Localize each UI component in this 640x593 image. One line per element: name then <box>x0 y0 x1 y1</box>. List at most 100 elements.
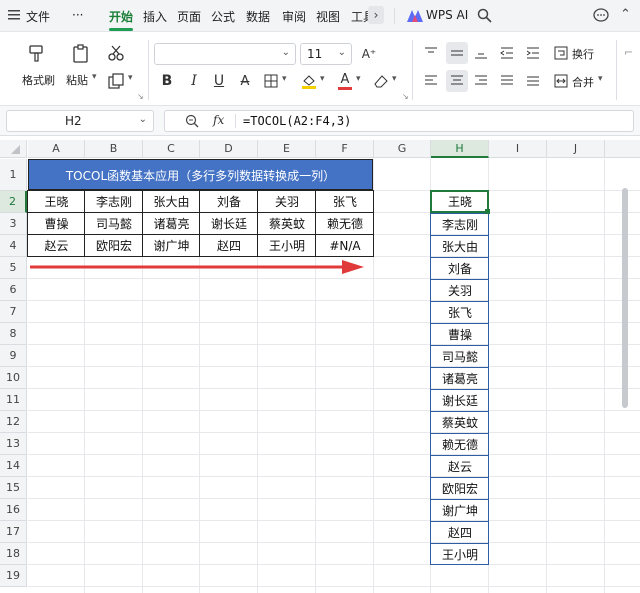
table-cell[interactable]: 司马懿 <box>85 213 143 235</box>
paste-dropdown-icon[interactable]: ▾ <box>92 72 97 82</box>
column-header-f[interactable]: F <box>316 140 374 158</box>
hamburger-icon[interactable] <box>8 9 20 21</box>
column-header-i[interactable]: I <box>489 140 547 158</box>
column-header-h[interactable]: H <box>431 140 489 158</box>
format-painter-label[interactable]: 格式刷 <box>22 72 55 88</box>
table-cell[interactable]: 谢广坤 <box>143 235 200 257</box>
table-cell[interactable]: 曹操 <box>28 213 85 235</box>
underline-button[interactable]: U <box>210 72 228 90</box>
format-painter-icon[interactable] <box>26 42 48 64</box>
align-center-icon[interactable] <box>446 70 468 92</box>
paste-label[interactable]: 粘贴 <box>66 72 88 88</box>
result-cell[interactable]: 王小明 <box>431 543 489 565</box>
table-cell[interactable]: 赵云 <box>28 235 85 257</box>
align-bottom-icon[interactable] <box>472 44 490 62</box>
row-header-2[interactable]: 2 <box>0 191 27 213</box>
merge-dropdown-icon[interactable]: ▾ <box>598 74 603 84</box>
table-cell[interactable]: #N/A <box>316 235 374 257</box>
wrap-text-label[interactable]: 换行 <box>572 46 594 62</box>
menu-file[interactable]: 文件 <box>26 8 50 25</box>
distributed-icon[interactable] <box>524 72 542 90</box>
result-cell[interactable]: 司马懿 <box>431 345 489 367</box>
wrap-text-icon[interactable] <box>552 44 570 62</box>
row-header-17[interactable]: 17 <box>0 521 27 543</box>
result-cell[interactable]: 张大由 <box>431 235 489 257</box>
row-header-14[interactable]: 14 <box>0 455 27 477</box>
table-cell[interactable]: 王小明 <box>258 235 316 257</box>
increase-font-icon[interactable]: A⁺ <box>360 45 378 63</box>
select-all-corner[interactable] <box>0 140 27 158</box>
result-cell[interactable]: 李志刚 <box>431 213 489 235</box>
strikethrough-icon[interactable]: A <box>236 72 254 90</box>
result-cell[interactable]: 欧阳宏 <box>431 477 489 499</box>
bold-button[interactable]: B <box>158 72 176 90</box>
collapse-icon[interactable]: ⌃ <box>620 7 631 22</box>
result-cell[interactable]: 赵四 <box>431 521 489 543</box>
row-header-18[interactable]: 18 <box>0 543 27 565</box>
paste-icon[interactable] <box>70 42 92 64</box>
align-middle-icon[interactable] <box>446 42 468 64</box>
tab-page[interactable]: 页面 <box>177 8 201 25</box>
fill-color-icon[interactable] <box>300 72 318 90</box>
merge-icon[interactable] <box>552 72 570 90</box>
chevron-right-icon[interactable]: › <box>368 6 384 24</box>
column-header-g[interactable]: G <box>374 140 431 158</box>
tab-tools[interactable]: 工具 <box>351 8 369 25</box>
italic-button[interactable]: I <box>185 72 203 90</box>
title-banner[interactable]: TOCOL函数基本应用（多行多列数据转换成一列） <box>28 159 373 190</box>
indent-icon[interactable] <box>524 44 542 62</box>
font-size-select[interactable]: 11 ⌄ <box>300 43 352 65</box>
column-header-a[interactable]: A <box>28 140 85 158</box>
tab-review[interactable]: 审阅 <box>282 8 306 25</box>
table-cell[interactable]: 刘备 <box>200 191 258 213</box>
clipboard-expand-icon[interactable]: ↘ <box>137 92 144 101</box>
font-color-icon[interactable]: A <box>336 72 354 90</box>
border-icon[interactable] <box>262 72 280 90</box>
formula-input-area[interactable]: fx =TOCOL(A2:F4,3) <box>164 110 634 132</box>
row-header-11[interactable]: 11 <box>0 389 27 411</box>
tab-formula[interactable]: 公式 <box>211 8 235 25</box>
menu-more[interactable]: ··· <box>72 8 83 22</box>
row-header-9[interactable]: 9 <box>0 345 27 367</box>
table-cell[interactable]: 王晓 <box>28 191 85 213</box>
row-header-16[interactable]: 16 <box>0 499 27 521</box>
row-header-3[interactable]: 3 <box>0 213 27 235</box>
search-icon[interactable] <box>477 8 492 26</box>
column-header-j[interactable]: J <box>547 140 605 158</box>
row-header-4[interactable]: 4 <box>0 235 27 257</box>
formula-text[interactable]: =TOCOL(A2:F4,3) <box>243 114 351 128</box>
result-cell[interactable]: 张飞 <box>431 301 489 323</box>
table-cell[interactable]: 张飞 <box>316 191 374 213</box>
fill-color-dropdown-icon[interactable]: ▾ <box>320 74 325 84</box>
zoom-search-icon[interactable] <box>185 114 199 131</box>
table-cell[interactable]: 关羽 <box>258 191 316 213</box>
table-cell[interactable]: 诸葛亮 <box>143 213 200 235</box>
row-header-8[interactable]: 8 <box>0 323 27 345</box>
row-header-6[interactable]: 6 <box>0 279 27 301</box>
eraser-icon[interactable] <box>372 72 390 90</box>
chat-icon[interactable] <box>593 8 609 26</box>
eraser-dropdown-icon[interactable]: ▾ <box>392 74 397 84</box>
row-header-12[interactable]: 12 <box>0 411 27 433</box>
align-top-icon[interactable] <box>422 44 440 62</box>
result-cell[interactable]: 谢长廷 <box>431 389 489 411</box>
row-header-10[interactable]: 10 <box>0 367 27 389</box>
row-header-19[interactable]: 19 <box>0 565 27 587</box>
font-name-select[interactable]: ⌄ <box>154 43 296 65</box>
wps-ai-button[interactable]: WPS AI <box>426 8 468 22</box>
result-cell[interactable]: 蔡英蚊 <box>431 411 489 433</box>
align-right-icon[interactable] <box>472 72 490 90</box>
copy-icon[interactable] <box>106 72 126 90</box>
result-cell[interactable]: 刘备 <box>431 257 489 279</box>
column-header-d[interactable]: D <box>200 140 258 158</box>
table-cell[interactable]: 赵四 <box>200 235 258 257</box>
justify-icon[interactable] <box>498 72 516 90</box>
table-cell[interactable]: 欧阳宏 <box>85 235 143 257</box>
tab-view[interactable]: 视图 <box>316 8 340 25</box>
table-cell[interactable]: 张大由 <box>143 191 200 213</box>
column-header-c[interactable]: C <box>143 140 200 158</box>
merge-label[interactable]: 合并 <box>572 74 594 90</box>
column-header-overflow[interactable] <box>605 140 640 158</box>
ribbon-overflow-icon[interactable]: ⌐ <box>624 46 633 59</box>
copy-dropdown-icon[interactable]: ▾ <box>128 73 133 83</box>
